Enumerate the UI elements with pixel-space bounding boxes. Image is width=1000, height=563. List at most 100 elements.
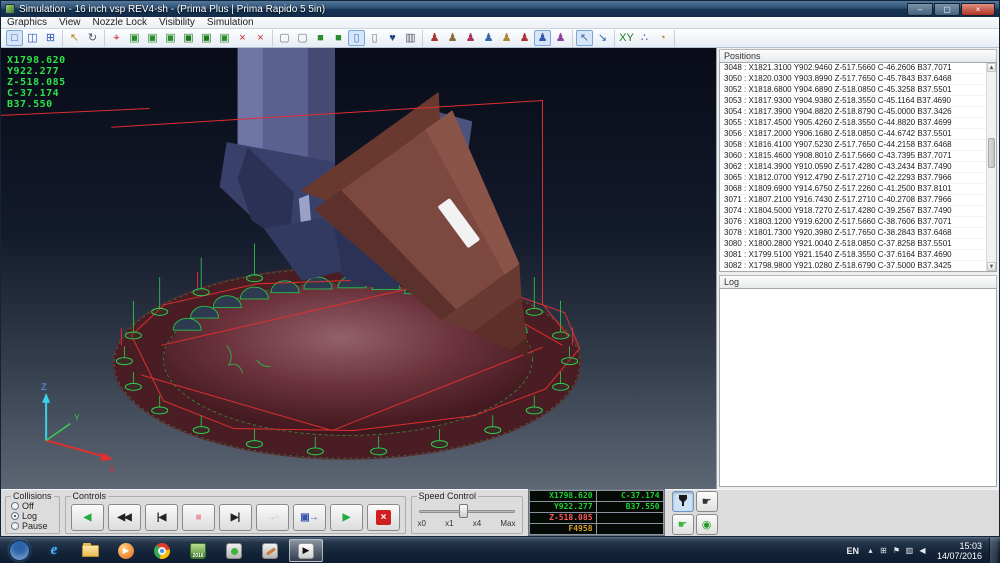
hidden-icons-arrow[interactable]: ▴ — [864, 546, 877, 555]
position-row[interactable]: 3050 : X1820.0300 Y903.8990 Z-517.7650 C… — [720, 74, 986, 85]
sheet-view-icon[interactable]: ▯ — [366, 30, 383, 46]
layout-quad-icon[interactable]: ⊞ — [42, 30, 59, 46]
position-row[interactable]: 3056 : X1817.2000 Y906.1680 Z-518.0850 C… — [720, 129, 986, 140]
stop-button[interactable]: ■ — [182, 504, 215, 531]
clear-path-icon[interactable]: × — [234, 30, 251, 46]
head-orientation-5-icon[interactable]: ♟ — [498, 30, 515, 46]
origin-axis-icon[interactable]: ⌖ — [108, 30, 125, 46]
fast-rewind-button[interactable]: ◀◀ — [108, 504, 141, 531]
positions-scrollbar[interactable]: ▲ ▼ — [986, 63, 996, 271]
position-row[interactable]: 3052 : X1818.6800 Y904.6890 Z-518.0850 C… — [720, 85, 986, 96]
close-button[interactable]: × — [961, 3, 995, 16]
position-row[interactable]: 3074 : X1804.5000 Y918.7270 Z-517.4280 C… — [720, 206, 986, 217]
layout-split-icon[interactable]: ◫ — [24, 30, 41, 46]
position-row[interactable]: 3082 : X1798.9800 Y921.0280 Z-518.6790 C… — [720, 261, 986, 272]
part-wire2-icon[interactable]: ▢ — [294, 30, 311, 46]
position-row[interactable]: 3058 : X1816.4100 Y907.5230 Z-517.7650 C… — [720, 140, 986, 151]
head-orientation-7-icon[interactable]: ♟ — [534, 30, 551, 46]
simulation-app-button[interactable] — [217, 539, 251, 562]
media-player-button[interactable]: ▶ — [109, 539, 143, 562]
collision-mode-radio[interactable]: Pause — [11, 521, 54, 531]
snap-points-icon[interactable]: ∴ — [636, 30, 653, 46]
step-to-start-button[interactable]: |◀ — [145, 504, 178, 531]
head-orientation-3-icon[interactable]: ♟ — [462, 30, 479, 46]
bin-icon[interactable]: ▥ — [402, 30, 419, 46]
position-row[interactable]: 3078 : X1801.7300 Y920.3980 Z-517.7650 C… — [720, 228, 986, 239]
head-orientation-2-icon[interactable]: ♟ — [444, 30, 461, 46]
position-row[interactable]: 3065 : X1812.0700 Y912.4790 Z-517.2710 C… — [720, 173, 986, 184]
select-cursor-icon[interactable]: ↖ — [66, 30, 83, 46]
position-row[interactable]: 3076 : X1803.1200 Y919.6200 Z-517.5660 C… — [720, 217, 986, 228]
view-cube-side-icon[interactable]: ▣ — [144, 30, 161, 46]
maximize-button[interactable]: ▢ — [934, 3, 960, 16]
position-row[interactable]: 3071 : X1807.2100 Y916.7430 Z-517.2710 C… — [720, 195, 986, 206]
collision-step-button[interactable]: →▫ — [256, 504, 289, 531]
menu-item[interactable]: Visibility — [153, 17, 201, 29]
layout-single-icon[interactable]: □ — [6, 30, 23, 46]
pick-position-button[interactable]: ☛ — [696, 491, 718, 512]
show-desktop-button[interactable] — [989, 538, 998, 563]
position-row[interactable]: 3068 : X1809.6900 Y914.6750 Z-517.2260 C… — [720, 184, 986, 195]
part-wire-icon[interactable]: ▢ — [276, 30, 293, 46]
start-button[interactable] — [3, 539, 35, 562]
flag-icon[interactable]: ⚑ — [890, 546, 903, 555]
volume-icon[interactable]: ◀ — [916, 546, 929, 555]
clock[interactable]: 15:03 14/07/2016 — [929, 541, 989, 561]
action-center-icon[interactable]: ⊞ — [877, 546, 890, 555]
speed-slider[interactable] — [417, 503, 517, 519]
titlebar[interactable]: Simulation - 16 inch vsp REV4-sh - (Prim… — [1, 1, 999, 17]
position-row[interactable]: 3080 : X1800.2800 Y921.0040 Z-518.0850 C… — [720, 239, 986, 250]
file-explorer-button[interactable] — [73, 539, 107, 562]
position-row[interactable]: 3053 : X1817.9300 Y904.9380 Z-518.3550 C… — [720, 96, 986, 107]
shield-icon[interactable]: ♥ — [384, 30, 401, 46]
active-simulation-button[interactable]: ▶ — [289, 539, 323, 562]
menu-item[interactable]: Nozzle Lock — [87, 17, 153, 29]
manual-move-button[interactable]: ☛ — [672, 514, 694, 535]
designer-app-button[interactable] — [253, 539, 287, 562]
head-orientation-6-icon[interactable]: ♟ — [516, 30, 533, 46]
menu-item[interactable]: View — [53, 17, 87, 29]
position-row[interactable]: 3081 : X1799.5100 Y921.1540 Z-518.3550 C… — [720, 250, 986, 261]
go-to-position-button[interactable]: ◉ — [696, 514, 718, 535]
measure-icon[interactable]: ◔ — [654, 30, 671, 46]
view-cube-top-icon[interactable]: ▣ — [162, 30, 179, 46]
view-cube-iso-icon[interactable]: ▣ — [180, 30, 197, 46]
clear-all-icon[interactable]: × — [252, 30, 269, 46]
menu-item[interactable]: Graphics — [1, 17, 53, 29]
part-solid2-icon[interactable]: ■ — [330, 30, 347, 46]
minimize-button[interactable]: – — [907, 3, 933, 16]
part-solid-icon[interactable]: ■ — [312, 30, 329, 46]
viewport-3d[interactable]: Z Y X X1798.620Y922.277Z-518.085C-37.174… — [1, 48, 716, 489]
play-button[interactable]: ▶ — [330, 504, 363, 531]
panel-view-icon[interactable]: ▯ — [348, 30, 365, 46]
zoom-extents-icon[interactable]: ▣ — [216, 30, 233, 46]
calendar-2016-button[interactable]: 2016 — [181, 539, 215, 562]
load-path-button[interactable]: ▣→ — [293, 504, 326, 531]
pick-entity-icon[interactable]: ↘ — [594, 30, 611, 46]
collision-mode-radio[interactable]: Log — [11, 511, 54, 521]
position-row[interactable]: 3054 : X1817.3900 Y904.8820 Z-518.8790 C… — [720, 107, 986, 118]
positions-list[interactable]: 3048 : X1821.3100 Y902.9460 Z-517.5660 C… — [719, 62, 997, 272]
network-icon[interactable]: ▥ — [903, 546, 916, 555]
view-cube-front-icon[interactable]: ▣ — [126, 30, 143, 46]
position-row[interactable]: 3062 : X1814.3900 Y910.0590 Z-517.4280 C… — [720, 162, 986, 173]
scroll-up-arrow[interactable]: ▲ — [987, 63, 996, 72]
collision-mode-radio[interactable]: Off — [11, 501, 54, 511]
rotate-view-icon[interactable]: ↻ — [84, 30, 101, 46]
menu-item[interactable]: Simulation — [201, 17, 260, 29]
head-orientation-4-icon[interactable]: ♟ — [480, 30, 497, 46]
position-row[interactable]: 3060 : X1815.4600 Y908.8010 Z-517.5660 C… — [720, 151, 986, 162]
speed-slider-thumb[interactable] — [459, 504, 468, 518]
nozzle-follow-button[interactable] — [672, 491, 694, 512]
chrome-button[interactable] — [145, 539, 179, 562]
internet-explorer-button[interactable]: e — [37, 539, 71, 562]
step-to-end-button[interactable]: ▶| — [219, 504, 252, 531]
language-indicator[interactable]: EN — [841, 546, 864, 556]
position-row[interactable]: 3048 : X1821.3100 Y902.9460 Z-517.5660 C… — [720, 63, 986, 74]
scroll-thumb[interactable] — [988, 138, 995, 168]
view-cube-back-icon[interactable]: ▣ — [198, 30, 215, 46]
play-reverse-button[interactable]: ◀ — [71, 504, 104, 531]
scroll-down-arrow[interactable]: ▼ — [987, 262, 996, 271]
position-row[interactable]: 3055 : X1817.4500 Y905.4260 Z-518.3550 C… — [720, 118, 986, 129]
abort-button[interactable]: × — [367, 504, 400, 531]
